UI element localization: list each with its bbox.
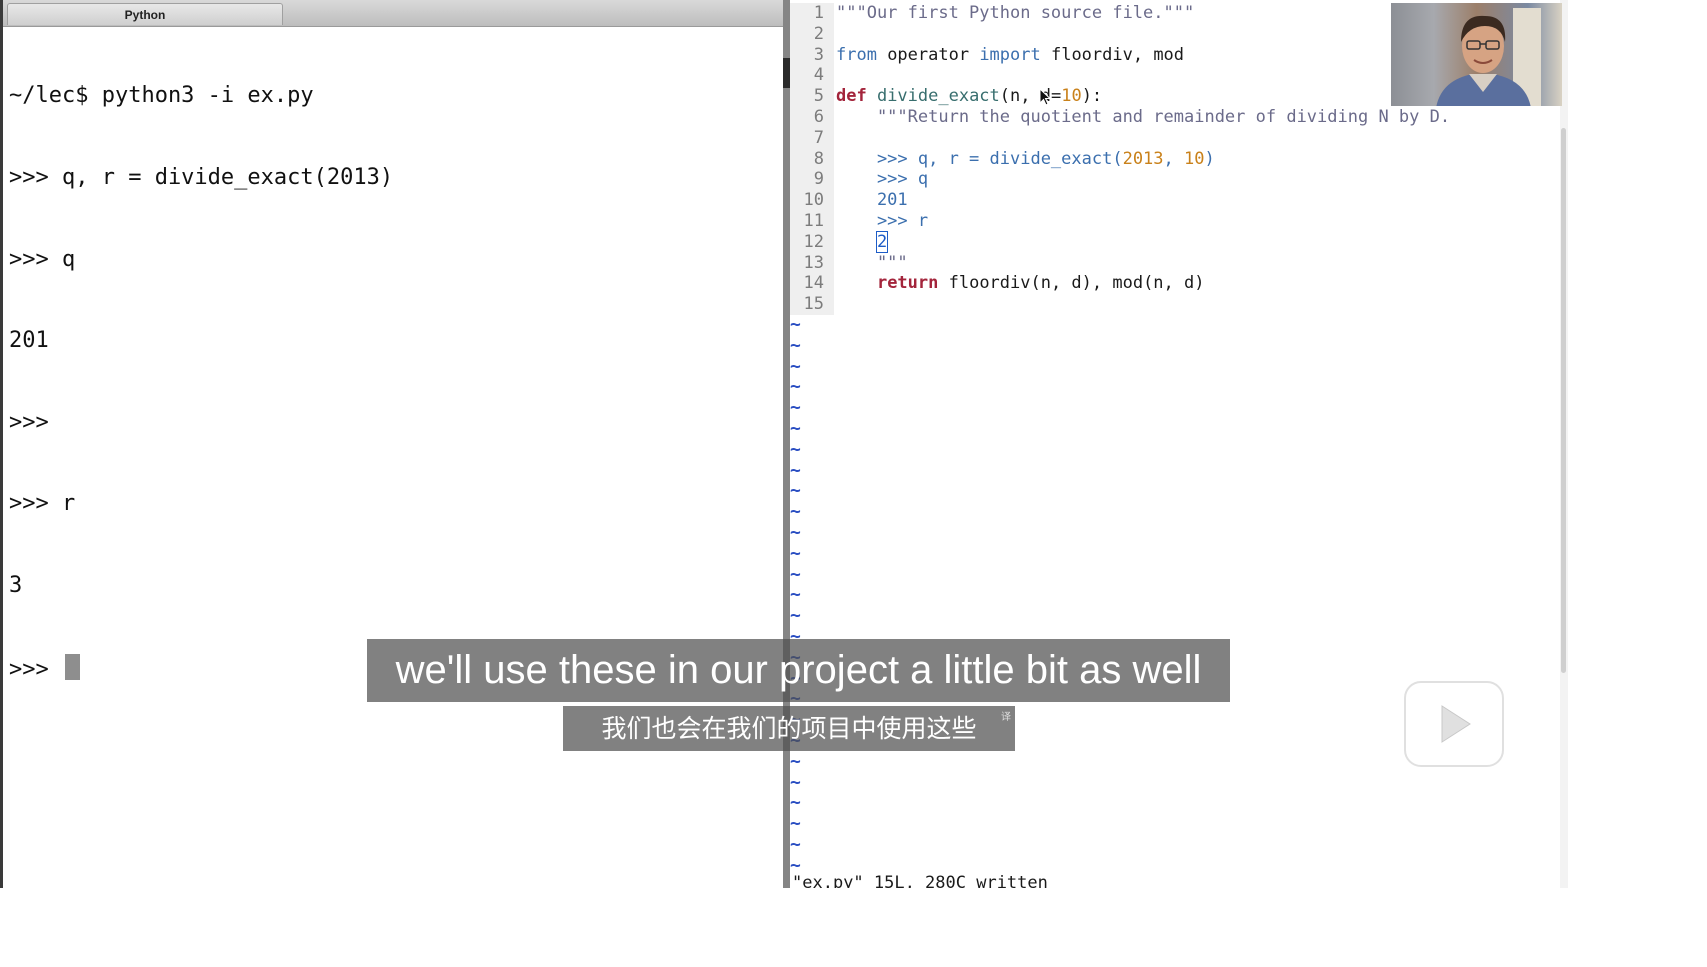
line-number: 3 (813, 44, 824, 65)
video-frame: Python ~/lec$ python3 -i ex.py >>> q, r … (0, 0, 1568, 888)
outer-background-bottom (0, 888, 1568, 967)
subtitle-chinese: 我们也会在我们的项目中使用这些 (601, 714, 977, 743)
line-number: 6 (813, 107, 824, 127)
line-number: 8 (813, 148, 824, 169)
code-line: def divide_exact(n, d=10): (836, 86, 1103, 107)
code-area[interactable]: """Our first Python source file.""" from… (836, 3, 1450, 293)
subtitle-english-box: we'll use these in our project a little … (367, 639, 1230, 702)
line-number: 15 (803, 294, 824, 315)
line-number: 10 (803, 190, 824, 211)
editor-status-message: "ex.py" 15L, 280C written (792, 873, 1048, 888)
terminal-line: ~/lec$ python3 -i ex.py (9, 83, 314, 109)
line-number: 13 (803, 252, 824, 273)
webcam-presenter (1391, 3, 1562, 106)
pane-divider-handle[interactable] (783, 58, 790, 88)
terminal-line: >>> q (9, 246, 76, 272)
code-line: """ (836, 252, 908, 273)
empty-line-marker: ~ (790, 605, 801, 627)
empty-line-marker: ~ (790, 584, 801, 606)
empty-line-marker: ~ (790, 480, 801, 502)
code-line: from operator import floordiv, mod (836, 44, 1185, 65)
subtitle-chinese-box: 我们也会在我们的项目中使用这些 译 (563, 706, 1015, 751)
empty-line-marker: ~ (790, 459, 801, 481)
empty-line-marker: ~ (790, 792, 801, 814)
terminal-line: >>> q, r = divide_exact(2013) (9, 165, 394, 190)
line-number: 2 (813, 23, 824, 44)
line-number: 14 (803, 273, 824, 294)
empty-line-marker: ~ (790, 334, 801, 356)
empty-line-marker: ~ (790, 750, 801, 772)
empty-line-marker: ~ (790, 771, 801, 793)
code-line: """Our first Python source file.""" (836, 3, 1195, 23)
translate-mark: 译 (1001, 712, 1011, 723)
empty-line-marker: ~ (790, 522, 801, 543)
empty-line-marker: ~ (790, 376, 801, 398)
code-line: >>> r (836, 211, 929, 231)
empty-line-marker: ~ (790, 418, 801, 439)
empty-line-marker: ~ (790, 397, 801, 419)
pane-divider[interactable] (783, 0, 790, 888)
code-line: 2 (836, 230, 889, 253)
empty-line-marker: ~ (790, 834, 801, 855)
code-line: >>> q, r = divide_exact(2013, 10) (836, 148, 1215, 169)
mouse-pointer-icon (1039, 88, 1051, 106)
outer-background-right (1568, 0, 1707, 967)
terminal-line: 3 (9, 572, 23, 598)
line-number: 12 (803, 231, 824, 252)
terminal-prompt: >>> (9, 656, 62, 682)
tv-play-icon[interactable] (1400, 668, 1508, 770)
empty-line-marker: ~ (790, 438, 801, 460)
terminal-cursor (64, 653, 80, 680)
line-number: 7 (813, 127, 824, 148)
line-number: 4 (813, 65, 824, 86)
code-line: """Return the quotient and remainder of … (836, 107, 1451, 127)
empty-line-marker: ~ (790, 542, 801, 564)
terminal-line: >>> (9, 409, 49, 435)
presenter-figure (1436, 8, 1541, 106)
terminal-pane[interactable]: Python ~/lec$ python3 -i ex.py >>> q, r … (0, 0, 783, 888)
terminal-output[interactable]: ~/lec$ python3 -i ex.py >>> q, r = divid… (9, 28, 779, 735)
empty-line-marker: ~ (790, 355, 801, 377)
empty-line-marker: ~ (790, 563, 801, 585)
terminal-line: >>> r (9, 491, 76, 517)
code-line: 201 (836, 190, 908, 211)
subtitle-english: we'll use these in our project a little … (395, 648, 1202, 692)
empty-line-marker: ~ (790, 314, 801, 335)
editor-scrollbar-thumb[interactable] (1561, 128, 1566, 673)
code-line: >>> q (836, 169, 929, 190)
terminal-line: 201 (9, 328, 49, 354)
empty-line-marker: ~ (790, 813, 801, 835)
code-line: return floordiv(n, d), mod(n, d) (876, 273, 1205, 294)
terminal-tab[interactable]: Python (7, 3, 283, 25)
line-number: 9 (813, 169, 824, 190)
line-number: 5 (813, 86, 824, 107)
line-number: 1 (813, 3, 824, 23)
editor-cursor: 2 (875, 230, 889, 253)
line-number: 11 (803, 211, 824, 231)
empty-line-marker: ~ (790, 501, 801, 523)
terminal-titlebar: Python (3, 0, 783, 27)
